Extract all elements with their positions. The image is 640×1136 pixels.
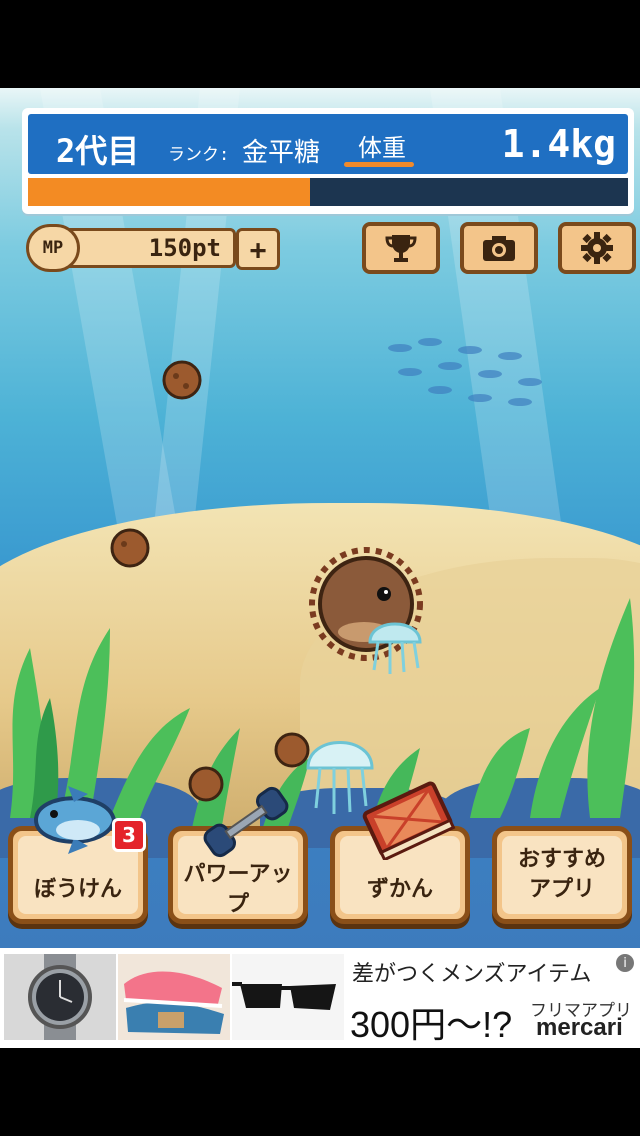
rank-label: ランク: xyxy=(168,145,230,165)
add-points-button[interactable]: + xyxy=(236,228,280,270)
ad-brand: mercari xyxy=(536,1014,623,1041)
settings-button[interactable] xyxy=(558,222,636,274)
mp-icon: MP xyxy=(26,224,80,272)
cookie-food[interactable] xyxy=(108,526,152,570)
weight-label: 体重 xyxy=(358,134,406,162)
weight-underline xyxy=(344,162,414,167)
ad-price: 300円〜!? xyxy=(350,1004,513,1045)
book-icon xyxy=(362,781,456,860)
trophy-icon xyxy=(385,235,417,262)
rank-value: 金平糖 xyxy=(242,138,321,168)
recommended-apps-text: おすすめ アプリ xyxy=(517,847,606,902)
camera-icon xyxy=(483,236,515,261)
recommended-apps-button[interactable]: おすすめ アプリ xyxy=(492,826,632,924)
mp-value: 150pt xyxy=(62,228,236,268)
adventure-badge: 3 xyxy=(112,818,146,852)
status-panel: 2代目 ランク: 金平糖 体重 1.4kg xyxy=(22,108,634,214)
sneaker-ad-image xyxy=(118,954,230,1040)
recommended-apps-label: おすすめ アプリ xyxy=(502,836,622,914)
ad-info-icon[interactable]: i xyxy=(616,954,634,972)
trophy-button[interactable] xyxy=(362,222,440,274)
mp-display: MP 150pt + xyxy=(26,224,280,272)
cookie-food[interactable] xyxy=(162,358,206,402)
status-header: 2代目 ランク: 金平糖 体重 1.4kg xyxy=(28,114,628,174)
watch-ad-image xyxy=(4,954,116,1040)
camera-button[interactable] xyxy=(460,222,538,274)
ad-headline: 差がつくメンズアイテム xyxy=(352,962,592,987)
seaweed-right xyxy=(470,598,635,818)
sunglasses-ad-image xyxy=(232,954,344,1040)
fish-school xyxy=(388,338,542,406)
gear-icon xyxy=(581,232,613,264)
dumbbell-icon xyxy=(203,786,289,858)
jellyfish-icon[interactable] xyxy=(360,608,430,678)
weight-value: 1.4kg xyxy=(501,122,616,166)
generation-label: 2代目 xyxy=(56,132,140,170)
growth-progress-fill xyxy=(28,178,310,206)
growth-progress-bar xyxy=(28,178,628,206)
